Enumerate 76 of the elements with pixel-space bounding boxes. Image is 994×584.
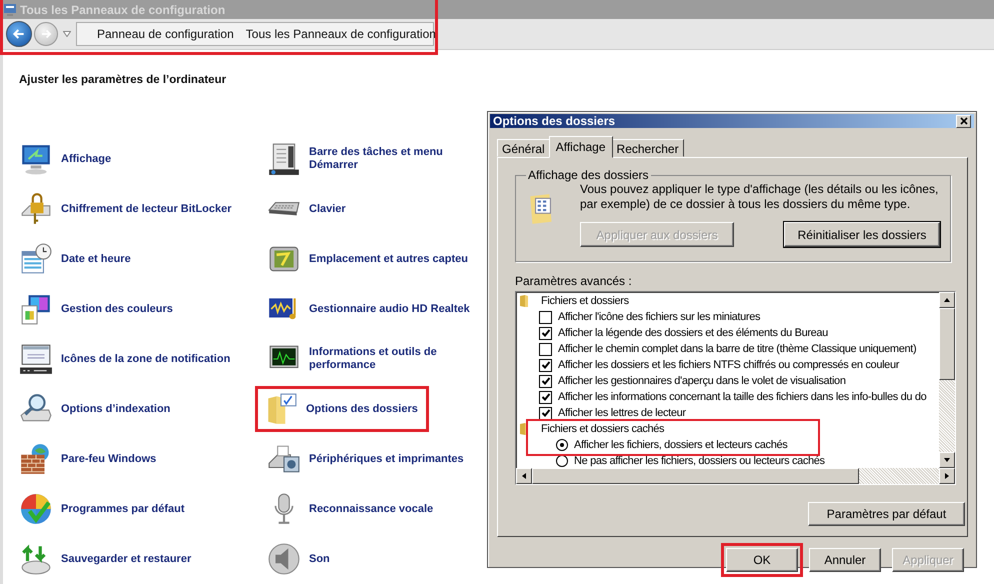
dialog-button[interactable]: Annuler: [809, 548, 881, 572]
control-panel-link[interactable]: Programmes par défaut: [61, 502, 184, 516]
breadcrumb[interactable]: Tous les Panneaux de configuration: [246, 27, 436, 42]
back-button[interactable]: [6, 21, 32, 48]
checkbox[interactable]: [539, 310, 552, 324]
arrow-down-icon: [944, 458, 950, 462]
radio-button[interactable]: [556, 439, 568, 451]
control-panel-link[interactable]: Clavier: [309, 202, 346, 216]
dialog-title: Options des dossiers: [493, 114, 616, 128]
description-text: Vous pouvez appliquer le type d'affichage (les détails ou les icônes, par exemple) de ce dossier à tous les dossiers du même type.: [580, 182, 940, 212]
control-panel-link[interactable]: Gestion des couleurs: [61, 302, 173, 316]
close-button[interactable]: [956, 114, 971, 128]
padlock-drive-icon[interactable]: [19, 192, 53, 226]
page-heading: Ajuster les paramètres de l’ordinateur: [19, 74, 228, 86]
tab[interactable]: Affichage: [548, 136, 613, 158]
arrow-right-icon: [945, 473, 949, 479]
control-panel-link[interactable]: Sauvegarder et restaurer: [61, 552, 192, 566]
checkmark-globe-icon[interactable]: [19, 492, 53, 526]
section-label: Paramètres avancés :: [515, 274, 633, 288]
checkbox[interactable]: [539, 374, 552, 388]
option-label[interactable]: Afficher les gestionnaires d'aperçu dans le volet de visualisation: [558, 375, 846, 387]
option-label[interactable]: Afficher les dossiers et les fichiers NTFS chiffrés ou compressés en couleur: [558, 359, 900, 371]
folder-icon: [519, 422, 529, 436]
monitor-icon[interactable]: [19, 142, 53, 176]
control-panel-link[interactable]: Options d’indexation: [61, 402, 170, 416]
option-label[interactable]: Ne pas afficher les fichiers, dossiers ou lecteurs cachés: [574, 455, 825, 467]
window-title: Tous les Panneaux de configuration: [20, 2, 226, 17]
folder-icon: [519, 294, 529, 308]
breadcrumb[interactable]: Panneau de configuration: [97, 27, 234, 42]
arrow-up-icon: [944, 298, 950, 302]
control-panel-link[interactable]: Barre des tâches et menu Démarrer: [309, 146, 479, 172]
checkbox[interactable]: [539, 390, 552, 404]
control-panel-link[interactable]: Icônes de la zone de notification: [61, 352, 230, 366]
option-label[interactable]: Afficher les informations concernant la taille des fichiers dans les info-bulles du do: [558, 391, 926, 403]
control-panel-link[interactable]: Date et heure: [61, 252, 131, 266]
checkbox[interactable]: [539, 326, 552, 340]
checkbox[interactable]: [539, 358, 552, 372]
radio-button[interactable]: [556, 455, 568, 467]
control-panel-link[interactable]: Gestionnaire audio HD Realtek: [309, 302, 470, 316]
tree-group-label[interactable]: Fichiers et dossiers cachés: [541, 423, 664, 435]
option-label[interactable]: Afficher les lettres de lecteur: [558, 407, 686, 419]
backup-arrows-icon[interactable]: [19, 542, 53, 576]
checkbox[interactable]: [539, 342, 552, 356]
checkbox[interactable]: [539, 406, 552, 420]
dialog-button[interactable]: OK: [726, 548, 798, 572]
option-label[interactable]: Afficher la légende des dossiers et des éléments du Bureau: [558, 327, 828, 339]
control-panel-link[interactable]: Pare-feu Windows: [61, 452, 156, 466]
calendar-clock-icon[interactable]: [19, 242, 53, 276]
control-panel-link[interactable]: Périphériques et imprimantes: [309, 452, 464, 466]
speaker-icon[interactable]: [267, 542, 301, 576]
control-panel-link[interactable]: Emplacement et autres capteu: [309, 252, 468, 266]
horizontal-scrollbar[interactable]: [516, 468, 955, 484]
control-panel-link[interactable]: Chiffrement de lecteur BitLocker: [61, 202, 232, 216]
control-panel-link[interactable]: Son: [309, 552, 330, 566]
folder-view-button[interactable]: Réinitialiser les dossiers: [784, 222, 940, 247]
taskbar-panel-icon[interactable]: [267, 142, 301, 176]
close-icon: [960, 117, 968, 125]
control-panel-link[interactable]: Options des dossiers: [306, 402, 418, 416]
option-label[interactable]: Afficher le chemin complet dans la barre de titre (thème Classique uniquement): [558, 343, 916, 355]
tab[interactable]: Général: [497, 139, 550, 157]
tree-group-label[interactable]: Fichiers et dossiers: [541, 295, 629, 307]
tab[interactable]: Rechercher: [612, 139, 684, 157]
vertical-scrollbar[interactable]: [939, 292, 955, 468]
history-dropdown-icon[interactable]: [63, 31, 71, 38]
control-panel-link[interactable]: Reconnaissance vocale: [309, 502, 434, 516]
group-title: Affichage des dossiers: [527, 168, 650, 182]
option-label[interactable]: Afficher l'icône des fichiers sur les miniatures: [558, 311, 760, 323]
color-monitor-icon[interactable]: [19, 292, 53, 326]
restore-defaults-button[interactable]: Paramètres par défaut: [808, 502, 965, 526]
tray-window-icon[interactable]: [19, 342, 53, 376]
option-label[interactable]: Afficher les fichiers, dossiers et lecteurs cachés: [574, 439, 788, 451]
arrow-left-icon: [522, 473, 526, 479]
control-panel-link[interactable]: Affichage: [61, 152, 112, 166]
control-panel-link[interactable]: Informations et outils de performance: [309, 346, 479, 372]
control-panel-icon: [4, 4, 16, 16]
address-bar[interactable]: Panneau de configuration Tous les Panneaux de configuration: [76, 22, 434, 46]
